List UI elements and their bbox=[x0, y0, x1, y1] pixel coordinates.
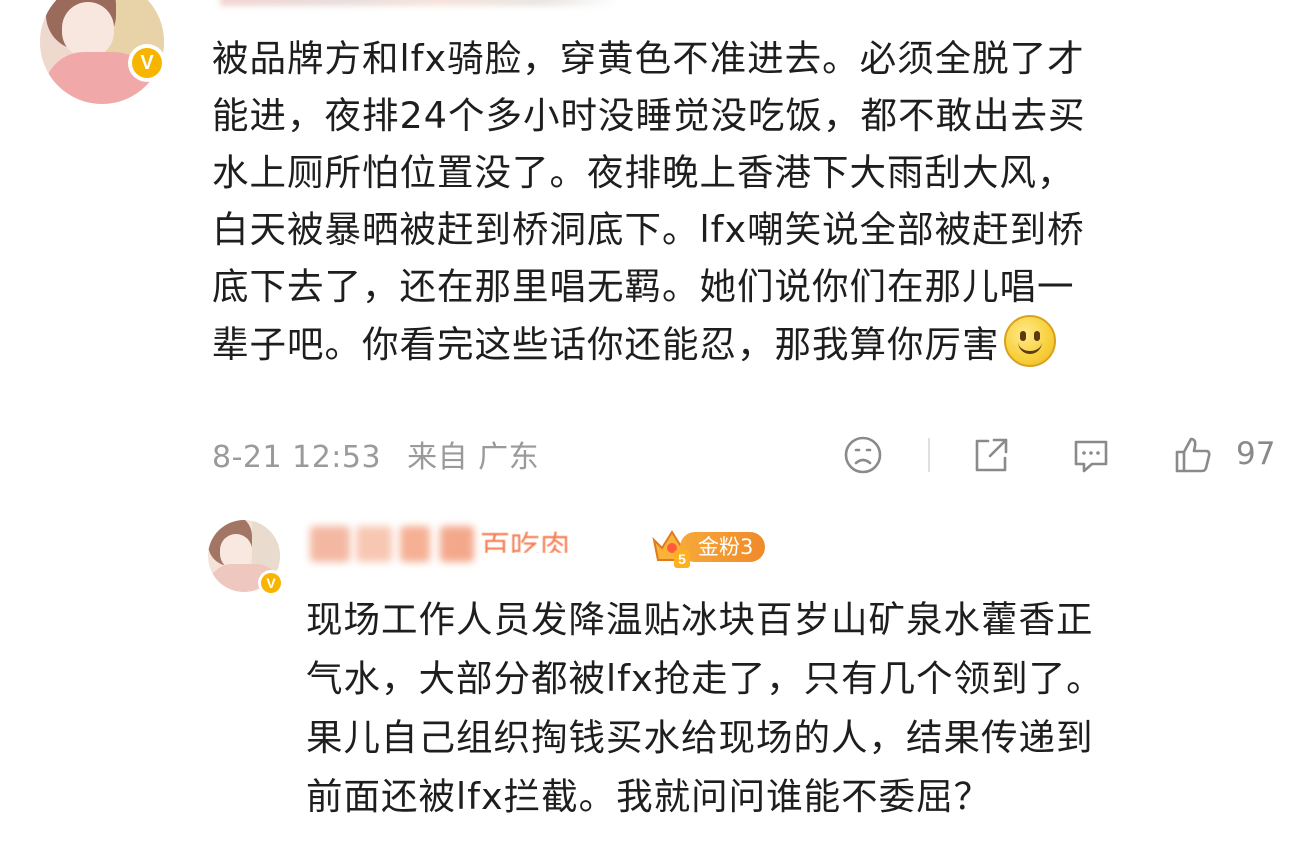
fan-badge-label: 金粉3 bbox=[680, 532, 766, 562]
top-commenter-name-blurred bbox=[220, 0, 620, 6]
comment-line: 辈子吧。你看完这些话你还能忍，那我算你厉害 bbox=[212, 323, 1000, 366]
reply-comment-text: 现场工作人员发降温贴冰块百岁山矿泉水藿香正 气水，大部分都被lfx抢走了，只有几… bbox=[306, 590, 1276, 826]
comment-line: 底下去了，还在那里唱无羁。她们说你们在那儿唱一 bbox=[212, 265, 1075, 308]
comment-line: 能进，夜排24个多小时没睡觉没吃饭，都不敢出去买 bbox=[212, 94, 1086, 137]
comment-line-last: 辈子吧。你看完这些话你还能忍，那我算你厉害 bbox=[212, 315, 1272, 373]
comment-icon[interactable] bbox=[1070, 434, 1112, 476]
comment-actions: 97 bbox=[0, 432, 1307, 480]
top-comment-text: 被品牌方和lfx骑脸，穿黄色不准进去。必须全脱了才 能进，夜排24个多小时没睡觉… bbox=[212, 30, 1272, 373]
thumbs-up-icon[interactable] bbox=[1172, 434, 1214, 476]
fan-badge-level: 5 bbox=[674, 550, 690, 568]
comment-line: 被品牌方和lfx骑脸，穿黄色不准进去。必须全脱了才 bbox=[212, 37, 1085, 80]
smile-emoji-icon bbox=[1003, 315, 1056, 367]
actions-divider bbox=[928, 438, 930, 472]
sad-face-icon[interactable] bbox=[842, 434, 884, 476]
comment-line: 果儿自己组织掏钱买水给现场的人，结果传递到 bbox=[306, 716, 1094, 759]
comment-line: 现场工作人员发降温贴冰块百岁山矿泉水藿香正 bbox=[306, 598, 1094, 641]
comment-line: 前面还被lfx拦截。我就问问谁能不委屈？ bbox=[306, 775, 992, 818]
verified-badge-icon: V bbox=[128, 44, 166, 82]
reply-commenter-name-blurred[interactable] bbox=[300, 520, 640, 566]
comment-line: 水上厕所怕位置没了。夜排晚上香港下大雨刮大风， bbox=[212, 151, 1075, 194]
verified-badge-icon: V bbox=[258, 570, 284, 596]
comment-line: 气水，大部分都被lfx抢走了，只有几个领到了。 bbox=[306, 657, 1104, 700]
comment-line: 白天被暴晒被赶到桥洞底下。lfx嘲笑说全部被赶到桥 bbox=[212, 208, 1085, 251]
like-count: 97 bbox=[1236, 436, 1276, 472]
share-icon[interactable] bbox=[970, 434, 1012, 476]
